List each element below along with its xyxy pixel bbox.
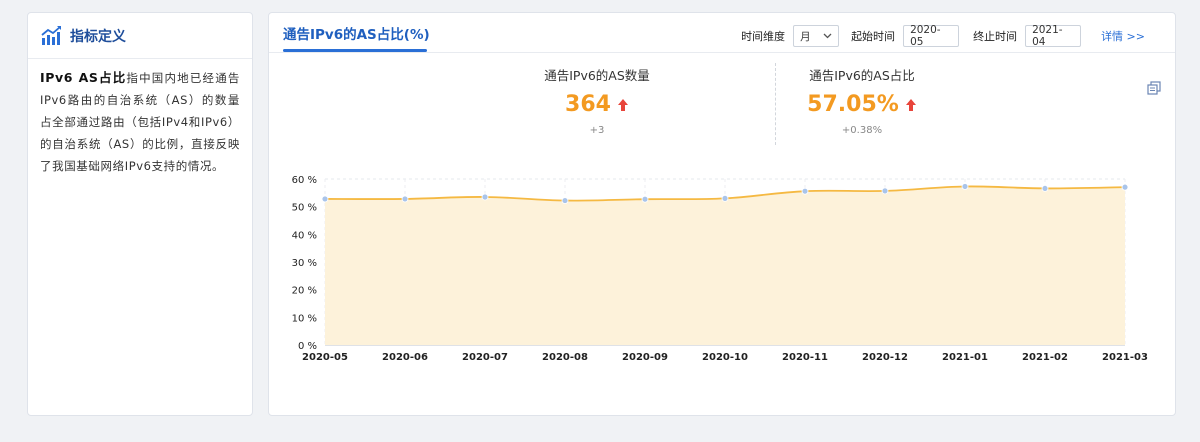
data-point	[881, 187, 889, 195]
chart-trend-icon	[41, 25, 61, 45]
y-tick-label: 20 %	[292, 286, 317, 297]
x-tick-label: 2020-11	[782, 352, 828, 363]
x-tick-label: 2020-12	[862, 352, 908, 363]
y-tick-label: 50 %	[292, 203, 317, 214]
definition-body: IPv6 AS占比指中国内地已经通告IPv6路由的自治系统（AS）的数量占全部通…	[28, 59, 252, 177]
data-point	[961, 183, 969, 190]
y-tick-label: 40 %	[292, 230, 317, 241]
y-tick-label: 0 %	[298, 341, 317, 352]
data-point	[481, 193, 489, 201]
definition-title: 指标定义	[70, 28, 126, 45]
y-tick-label: 60 %	[292, 175, 317, 186]
x-tick-label: 2020-10	[702, 352, 748, 363]
y-tick-label: 10 %	[292, 313, 317, 324]
x-tick-label: 2021-03	[1102, 352, 1148, 363]
data-point	[721, 194, 729, 202]
x-tick-label: 2021-02	[1022, 352, 1068, 363]
data-point	[641, 195, 649, 203]
x-tick-label: 2020-06	[382, 352, 428, 363]
series-area	[325, 186, 1125, 345]
chart-card: 通告IPv6的AS占比(%) 时间维度 月 起始时间 2020-05 终止时间 …	[268, 12, 1176, 416]
definition-header: 指标定义	[28, 13, 252, 59]
data-point	[321, 195, 329, 203]
definition-text: 指中国内地已经通告IPv6路由的自治系统（AS）的数量占全部通过路由（包括IPv…	[40, 71, 240, 173]
x-tick-label: 2020-09	[622, 352, 668, 363]
data-point	[1121, 183, 1129, 191]
x-tick-label: 2021-01	[942, 352, 988, 363]
data-point	[1041, 185, 1049, 192]
data-point	[801, 187, 809, 195]
definition-card: 指标定义 IPv6 AS占比指中国内地已经通告IPv6路由的自治系统（AS）的数…	[27, 12, 253, 416]
y-tick-label: 30 %	[292, 258, 317, 269]
x-tick-label: 2020-05	[302, 352, 348, 363]
data-point	[561, 197, 569, 204]
data-point	[401, 195, 409, 203]
x-tick-label: 2020-07	[462, 352, 508, 363]
x-tick-label: 2020-08	[542, 352, 588, 363]
area-chart: 0 % 10 % 20 % 30 % 40 % 50 % 60 % 2020-05 2020-0…	[292, 175, 1148, 363]
definition-term: IPv6 AS占比	[40, 70, 127, 85]
